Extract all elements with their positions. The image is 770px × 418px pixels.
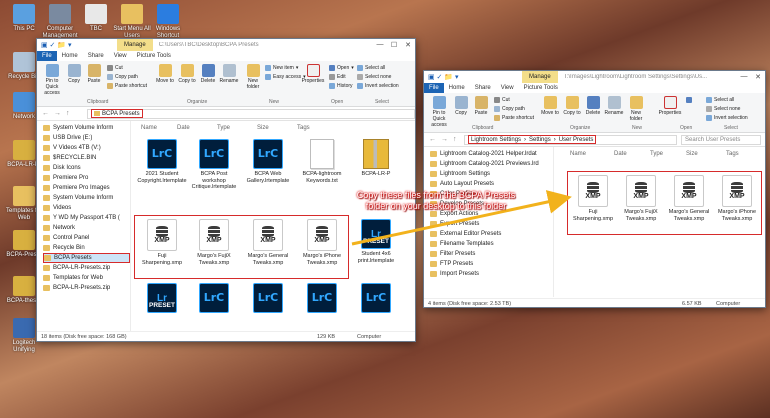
annotation-text: Copy these files from the BCPA Presets f… <box>356 190 516 211</box>
